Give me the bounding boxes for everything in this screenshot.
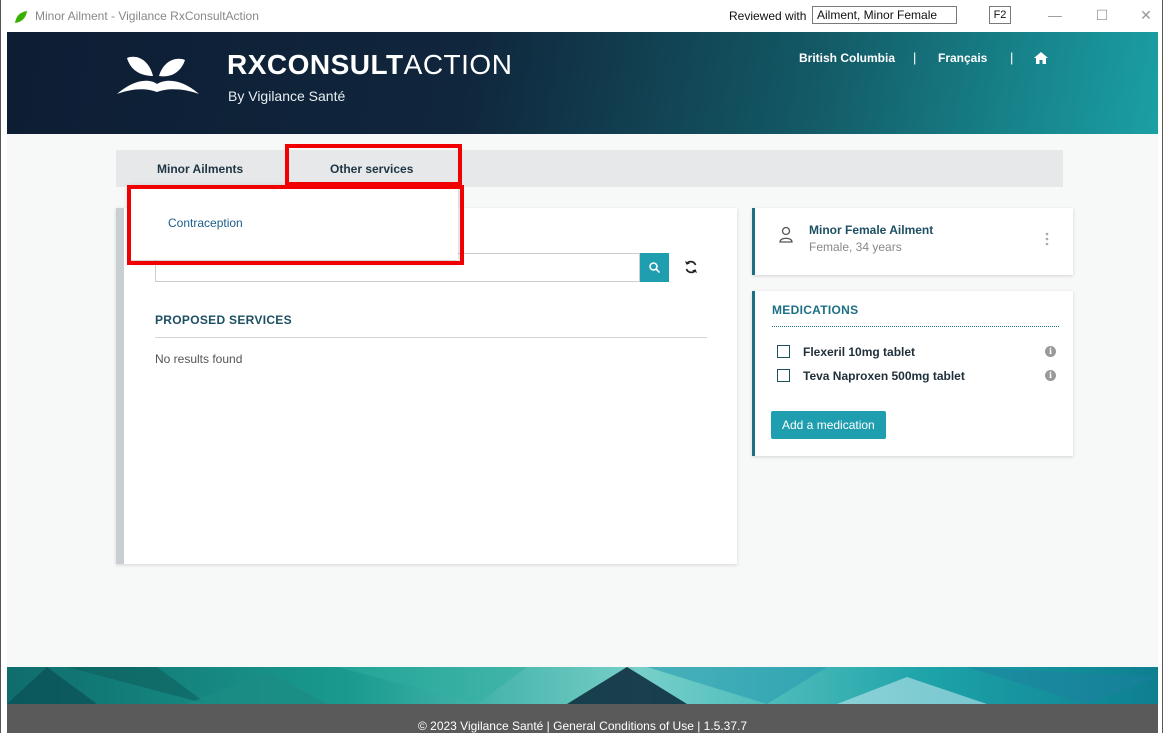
app-window: Minor Ailment - Vigilance RxConsultActio… [0,0,1163,733]
f2-button[interactable]: F2 [989,6,1011,24]
medication-label: Teva Naproxen 500mg tablet [803,369,965,383]
home-icon[interactable] [1034,52,1048,64]
reviewed-with-label: Reviewed with [729,9,807,23]
info-icon[interactable]: i [1045,370,1056,381]
user-icon [779,226,793,243]
tab-bar: Minor Ailments Other services [116,150,1063,187]
nav-separator: | [1010,50,1014,65]
patient-name[interactable]: Minor Female Ailment [809,223,933,237]
medications-card: MEDICATIONS Flexeril 10mg tablet i Teva … [752,291,1073,456]
main-content: Minor Ailments Other services PROPOSED S… [7,134,1158,667]
brand-name: RXCONSULTACTION [227,49,513,80]
maximize-button[interactable]: ☐ [1087,4,1117,26]
patient-card: Minor Female Ailment Female, 34 years [752,208,1073,275]
decorative-pattern [7,667,1158,704]
footer-text[interactable]: © 2023 Vigilance Santé | General Conditi… [418,719,747,733]
reviewed-with-field[interactable]: Ailment, Minor Female [812,6,957,24]
medication-row: Flexeril 10mg tablet i [777,345,1067,361]
nav-language-link[interactable]: Français [938,51,987,65]
leaf-icon [15,11,27,23]
medication-checkbox[interactable] [777,369,790,382]
search-button[interactable] [640,253,669,282]
nav-province-link[interactable]: British Columbia [799,51,895,65]
proposed-services-title: PROPOSED SERVICES [155,313,292,327]
app-header: RXCONSULTACTION By Vigilance Santé Briti… [7,32,1158,134]
add-medication-button[interactable]: Add a medication [771,411,886,439]
search-icon [649,262,660,273]
medication-checkbox[interactable] [777,345,790,358]
divider [155,337,707,338]
more-vertical-icon[interactable] [1045,232,1049,246]
medications-title: MEDICATIONS [772,303,859,317]
highlight-box [285,144,462,186]
window-title: Minor Ailment - Vigilance RxConsultActio… [35,9,259,23]
footer: © 2023 Vigilance Santé | General Conditi… [7,704,1158,733]
logo-icon [117,56,199,94]
tab-minor-ailments[interactable]: Minor Ailments [157,162,243,176]
brand-subtitle: By Vigilance Santé [228,88,346,104]
close-button[interactable]: ✕ [1131,4,1161,26]
nav-separator: | [913,50,917,65]
highlight-box [127,185,464,265]
refresh-icon[interactable] [684,260,698,274]
patient-details: Female, 34 years [809,240,902,254]
medication-row: Teva Naproxen 500mg tablet i [777,369,1067,385]
decorative-band [7,667,1158,704]
medication-label: Flexeril 10mg tablet [803,345,916,359]
info-icon[interactable]: i [1045,346,1056,357]
empty-results-text: No results found [155,352,243,366]
title-bar: Minor Ailment - Vigilance RxConsultActio… [1,0,1162,32]
divider [772,326,1059,327]
minimize-button[interactable]: — [1040,4,1070,26]
